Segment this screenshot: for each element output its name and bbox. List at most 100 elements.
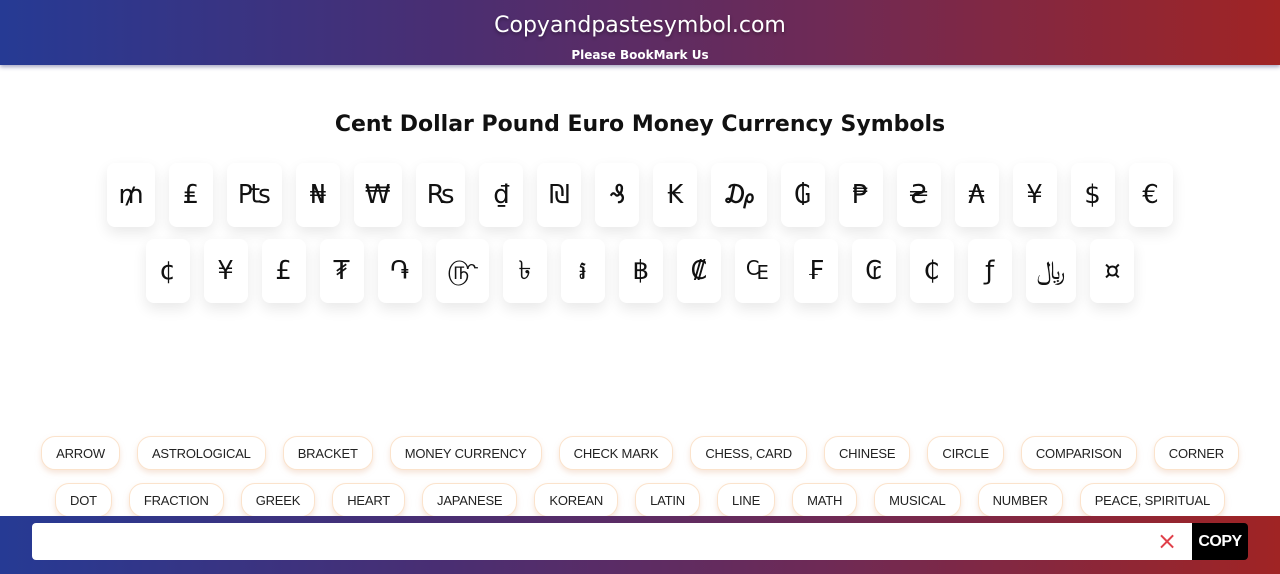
symbol-tile[interactable]: ฿ bbox=[618, 239, 663, 303]
symbol-glyph: ₳ bbox=[968, 180, 985, 210]
symbol-glyph: ₫ bbox=[493, 180, 510, 210]
symbol-glyph: ₯ bbox=[722, 180, 756, 210]
symbol-tile[interactable]: ₮ bbox=[319, 239, 364, 303]
symbol-glyph: ฿ bbox=[632, 256, 650, 286]
symbol-glyph: ₨ bbox=[426, 180, 455, 210]
site-title[interactable]: Copyandpastesymbol.com bbox=[0, 12, 1280, 40]
symbol-tile[interactable]: ௹ bbox=[435, 239, 489, 303]
copy-input[interactable] bbox=[32, 523, 1192, 560]
symbol-tile[interactable]: ƒ bbox=[967, 239, 1012, 303]
category-link[interactable]: BRACKET bbox=[282, 436, 373, 470]
symbol-glyph: ₪ bbox=[549, 180, 570, 210]
symbol-glyph: ₠ bbox=[745, 256, 769, 286]
category-link[interactable]: MONEY CURRENCY bbox=[389, 436, 542, 470]
symbol-glyph: $ bbox=[1084, 180, 1101, 210]
symbol-glyph: ¥ bbox=[1026, 180, 1043, 210]
symbol-glyph: ¢ bbox=[159, 256, 176, 286]
symbol-glyph: ₮ bbox=[333, 256, 350, 286]
symbol-tile[interactable]: ₦ bbox=[295, 163, 340, 227]
category-link[interactable]: MUSICAL bbox=[874, 483, 961, 517]
symbol-tile[interactable]: ₭ bbox=[653, 163, 698, 227]
category-link[interactable]: ARROW bbox=[41, 436, 120, 470]
symbol-glyph: ₤ bbox=[182, 180, 200, 210]
symbol-glyph: £ bbox=[275, 256, 292, 286]
symbol-glyph: ௹ bbox=[446, 256, 478, 286]
symbol-tile[interactable]: ₢ bbox=[851, 239, 896, 303]
symbol-tile[interactable]: ₥ bbox=[107, 163, 155, 227]
symbol-glyph: ₩ bbox=[364, 180, 391, 210]
symbol-glyph: ₡ bbox=[690, 256, 708, 286]
category-link[interactable]: CORNER bbox=[1153, 436, 1239, 470]
category-link[interactable]: CHESS, CARD bbox=[690, 436, 807, 470]
symbol-glyph: ₧ bbox=[237, 180, 271, 210]
symbol-tile[interactable]: ﷼ bbox=[1025, 239, 1077, 303]
symbol-tile[interactable]: ₩ bbox=[353, 163, 402, 227]
symbol-tile[interactable]: ₳ bbox=[954, 163, 999, 227]
category-link[interactable]: CIRCLE bbox=[927, 436, 1004, 470]
symbol-tile[interactable]: € bbox=[1128, 163, 1173, 227]
category-link[interactable]: GREEK bbox=[240, 483, 316, 517]
category-link[interactable]: COMPARISON bbox=[1020, 436, 1137, 470]
category-link[interactable]: ASTROLOGICAL bbox=[136, 436, 266, 470]
symbol-glyph: ₰ bbox=[609, 180, 626, 210]
symbol-glyph: ﷼ bbox=[1036, 256, 1066, 286]
symbol-tile[interactable]: ₣ bbox=[793, 239, 838, 303]
symbol-tile[interactable]: ₯ bbox=[711, 163, 767, 227]
copy-button[interactable]: COPY bbox=[1192, 523, 1248, 560]
category-link[interactable]: PEACE, SPIRITUAL bbox=[1079, 483, 1225, 517]
category-link[interactable]: KOREAN bbox=[534, 483, 619, 517]
symbol-tile[interactable]: ₫ bbox=[479, 163, 524, 227]
symbol-tile[interactable]: ₧ bbox=[226, 163, 282, 227]
symbol-glyph: ₲ bbox=[794, 180, 811, 210]
symbol-glyph: ₥ bbox=[118, 180, 144, 210]
symbol-glyph: ₱ bbox=[852, 180, 869, 210]
category-link[interactable]: HEART bbox=[332, 483, 406, 517]
symbol-tile[interactable]: ₲ bbox=[780, 163, 825, 227]
symbol-tile[interactable]: ₱ bbox=[838, 163, 883, 227]
symbol-tile[interactable]: ¥ bbox=[1012, 163, 1057, 227]
category-link[interactable]: FRACTION bbox=[128, 483, 224, 517]
category-link[interactable]: CHINESE bbox=[823, 436, 911, 470]
clear-icon[interactable]: × bbox=[1156, 529, 1178, 553]
symbol-tile[interactable]: ¥ bbox=[203, 239, 248, 303]
copy-bar: × COPY bbox=[0, 516, 1280, 574]
symbol-tile[interactable]: ₨ bbox=[415, 163, 466, 227]
symbol-tile[interactable]: ₡ bbox=[676, 239, 721, 303]
symbol-tile[interactable]: ₤ bbox=[168, 163, 213, 227]
symbol-grid: ₥ ₤ ₧ ₦ ₩ ₨ ₫ ₪ ₰ ₭ ₯ ₲ ₱ ₴ ₳ ¥ $ € ¢ ¥ £ ₮ ֏ ௹ ৳ ៛ ฿ ₡ ₠ ₣ ₢ ₵ ƒ ﷼ ¤ bbox=[85, 163, 1195, 303]
symbol-tile[interactable]: ৳ bbox=[502, 239, 547, 303]
symbol-glyph: ₢ bbox=[865, 256, 882, 286]
symbol-glyph: € bbox=[1142, 180, 1159, 210]
category-link[interactable]: LATIN bbox=[635, 483, 700, 517]
symbol-tile[interactable]: ₴ bbox=[896, 163, 941, 227]
symbol-tile[interactable]: ¢ bbox=[145, 239, 190, 303]
symbol-tile[interactable]: ₪ bbox=[537, 163, 582, 227]
symbol-glyph: ¥ bbox=[217, 256, 234, 286]
symbol-tile[interactable]: £ bbox=[261, 239, 306, 303]
symbol-glyph: ₣ bbox=[807, 256, 824, 286]
symbol-tile[interactable]: ¤ bbox=[1090, 239, 1135, 303]
symbol-glyph: ₦ bbox=[309, 180, 327, 210]
symbol-tile[interactable]: ₠ bbox=[734, 239, 780, 303]
symbol-tile[interactable]: ֏ bbox=[377, 239, 422, 303]
site-header: Copyandpastesymbol.com Please BookMark U… bbox=[0, 0, 1280, 65]
symbol-tile[interactable]: ₰ bbox=[595, 163, 640, 227]
category-link[interactable]: CHECK MARK bbox=[558, 436, 674, 470]
symbol-glyph: ৳ bbox=[518, 256, 532, 286]
category-link[interactable]: NUMBER bbox=[977, 483, 1063, 517]
bookmark-note: Please BookMark Us bbox=[571, 48, 709, 62]
category-link[interactable]: DOT bbox=[55, 483, 112, 517]
category-link[interactable]: LINE bbox=[716, 483, 776, 517]
symbol-tile[interactable]: $ bbox=[1070, 163, 1115, 227]
symbol-glyph: ₵ bbox=[923, 256, 940, 286]
symbol-tile[interactable]: ៛ bbox=[560, 239, 605, 303]
symbol-glyph: ֏ bbox=[390, 256, 410, 286]
symbol-glyph: ₴ bbox=[908, 180, 929, 210]
symbol-glyph: ¤ bbox=[1104, 256, 1121, 286]
category-link[interactable]: JAPANESE bbox=[422, 483, 518, 517]
page-title: Cent Dollar Pound Euro Money Currency Sy… bbox=[334, 112, 946, 137]
symbol-tile[interactable]: ₵ bbox=[909, 239, 954, 303]
symbol-glyph: ƒ bbox=[985, 256, 995, 286]
symbol-glyph: ៛ bbox=[578, 256, 587, 286]
category-link[interactable]: MATH bbox=[792, 483, 858, 517]
